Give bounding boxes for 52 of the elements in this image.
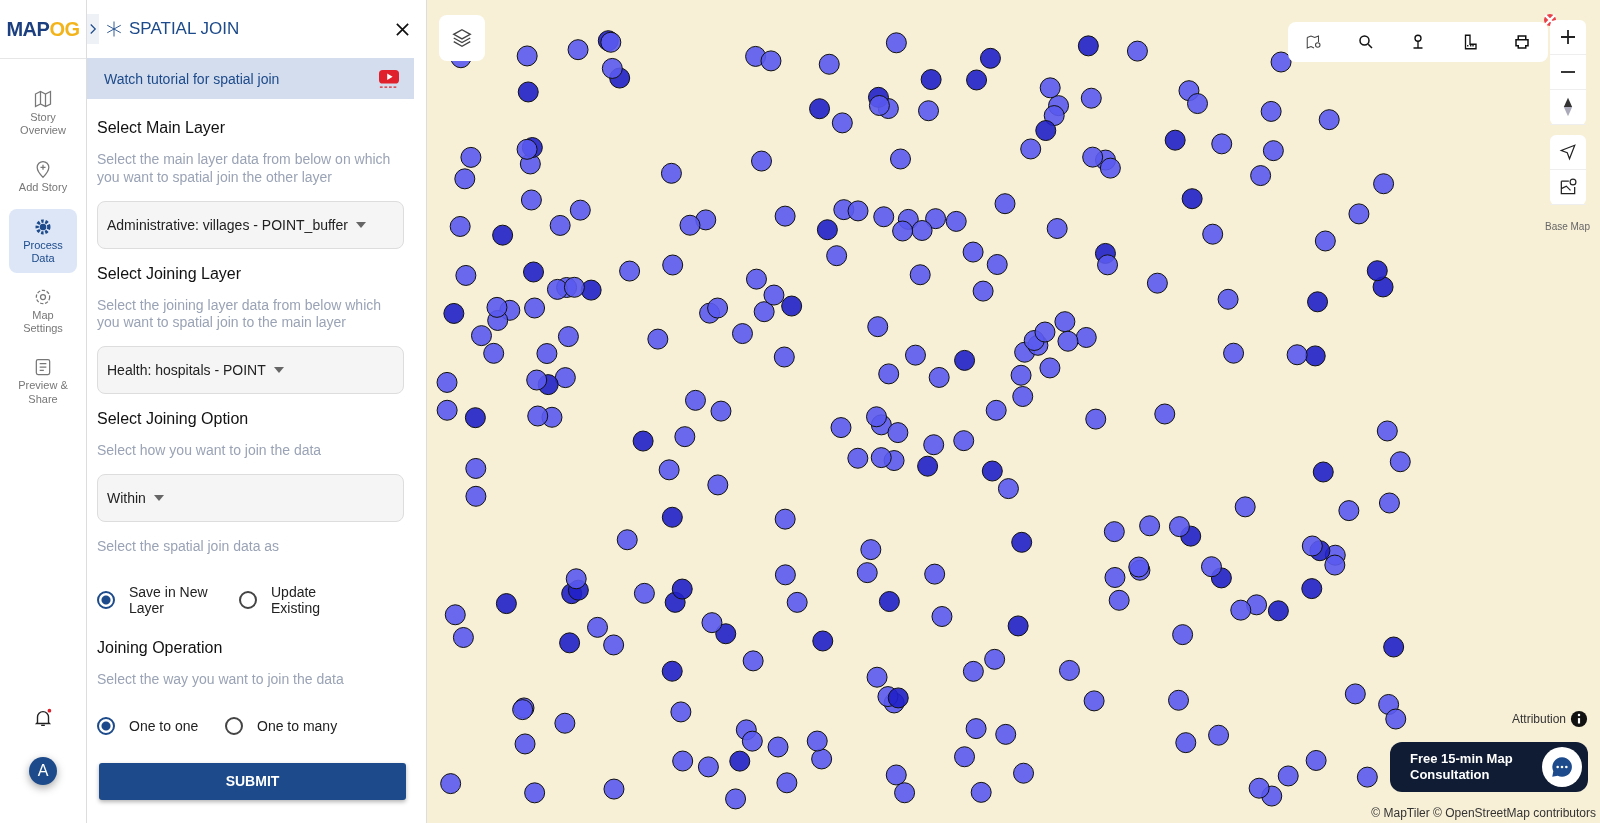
section-hint: Select the spatial join data as xyxy=(97,537,281,556)
base-map-label: Base Map xyxy=(1544,221,1590,232)
section-heading: Select Main Layer xyxy=(97,119,227,137)
section-hint: Select how you want to join the data xyxy=(97,442,323,460)
section-heading: Select Joining Option xyxy=(97,410,250,429)
consultation-text: Free 15-min Map Consultation xyxy=(1410,750,1514,784)
nav-item[interactable]: Story Overview xyxy=(9,81,77,146)
radio-button[interactable] xyxy=(239,591,257,610)
submit-button[interactable]: SUBMIT xyxy=(99,762,406,800)
radio-button[interactable] xyxy=(97,716,115,735)
document-icon xyxy=(33,357,53,378)
layer-dropdown[interactable]: Within xyxy=(97,473,404,522)
nav-item[interactable]: Preview & Share xyxy=(9,349,77,414)
map-search-icon[interactable] xyxy=(1305,33,1323,51)
tutorial-banner[interactable]: Watch tutorial for spatial join xyxy=(87,58,414,99)
section-hint: Select the way you want to join the data xyxy=(97,671,345,689)
close-icon[interactable] xyxy=(395,21,410,37)
panel-title: SPATIAL JOIN xyxy=(129,19,241,39)
user-avatar[interactable]: A xyxy=(29,757,57,785)
nav-item[interactable]: Add Story xyxy=(9,151,77,203)
section-hint: Select the joining layer data from below which you want to spatial join to the main layer xyxy=(97,296,383,333)
snowflake-icon xyxy=(105,20,123,38)
section-hint: Select the main layer data from below on which you want to spatial join the other layer xyxy=(97,151,392,187)
tutorial-link[interactable]: Watch tutorial for spatial join xyxy=(104,70,280,87)
consultation-banner[interactable]: Free 15-min Map Consultation xyxy=(1390,742,1588,792)
map-placeholder[interactable]: Base Map Attribution Free 15-min Map Consultation © MapTiler © OpenStreetMap contributors xyxy=(427,0,1600,823)
layer-dropdown[interactable]: Health: hospitals - POINT xyxy=(97,346,404,395)
section-heading: Joining Operation xyxy=(97,639,224,658)
radio-option[interactable]: One to many xyxy=(225,716,338,735)
dropdown-caret-icon xyxy=(355,221,366,228)
radio-button[interactable] xyxy=(225,716,243,735)
nav-item[interactable]: Map Settings xyxy=(9,278,77,344)
layers-icon[interactable] xyxy=(439,15,485,61)
dropdown-caret-icon xyxy=(153,494,164,501)
info-icon[interactable] xyxy=(1570,710,1588,728)
radio-button[interactable] xyxy=(97,591,115,610)
collapse-chevron-icon[interactable] xyxy=(87,14,99,44)
layer-dropdown[interactable]: Administrative: villages - POINT_buffer xyxy=(97,200,404,249)
section-heading: Select Joining Layer xyxy=(97,264,243,283)
map-icon xyxy=(33,89,53,109)
radio-option[interactable]: One to one xyxy=(97,716,207,735)
chat-icon[interactable] xyxy=(1542,747,1582,787)
map-credits: © MapTiler © OpenStreetMap contributors xyxy=(1371,806,1596,820)
logo: MAPOG xyxy=(0,0,86,59)
search-icon[interactable] xyxy=(1357,33,1375,51)
attribution-label: Attribution xyxy=(1511,712,1566,726)
video-play-icon[interactable] xyxy=(378,68,400,89)
nav-item[interactable]: Process Data xyxy=(9,208,77,273)
radio-option[interactable]: Update Existing xyxy=(239,583,363,618)
print-icon[interactable] xyxy=(1513,33,1531,51)
dropdown-caret-icon xyxy=(273,367,284,374)
radio-option[interactable]: Save in New Layer xyxy=(97,583,221,618)
